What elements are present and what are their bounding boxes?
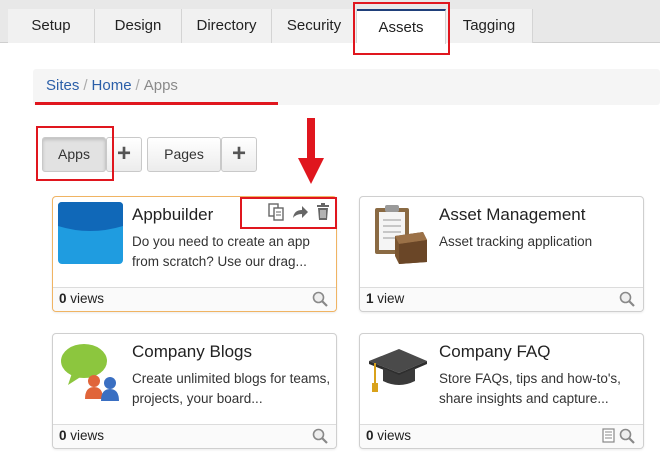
views-count: 0 xyxy=(59,291,67,306)
plus-icon: + xyxy=(231,140,246,167)
card-description: Do you need to create an app from scratc… xyxy=(132,234,310,269)
appbuilder-logo-icon xyxy=(58,202,123,264)
breadcrumb: Sites / Home / Apps xyxy=(33,69,660,105)
views-word: views xyxy=(377,428,412,443)
card-description: Store FAQs, tips and how-to's, share ins… xyxy=(439,371,621,406)
app-card-company-faq[interactable]: Company FAQ Store FAQs, tips and how-to'… xyxy=(359,333,644,449)
app-card-asset-management[interactable]: Asset Management Asset tracking applicat… xyxy=(359,196,644,312)
card-title[interactable]: Asset Management xyxy=(439,205,585,225)
card-footer: 0 views xyxy=(53,287,336,311)
document-icon[interactable] xyxy=(602,428,615,443)
tab-label: Design xyxy=(114,17,162,34)
search-icon[interactable] xyxy=(619,428,635,444)
card-footer: 0 views xyxy=(53,424,336,448)
arrow-down-icon xyxy=(298,118,324,184)
add-page-button[interactable]: + xyxy=(221,137,257,172)
search-icon[interactable] xyxy=(312,291,328,307)
tab-label: Tagging xyxy=(462,17,516,34)
breadcrumb-separator: / xyxy=(135,77,140,94)
tab-tagging[interactable]: Tagging xyxy=(446,9,533,43)
tab-design[interactable]: Design xyxy=(95,9,182,43)
highlight-card-actions xyxy=(240,197,337,229)
highlight-apps-button xyxy=(36,126,114,181)
card-footer: 1 view xyxy=(360,287,643,311)
breadcrumb-current: Apps xyxy=(143,77,178,94)
plus-icon: + xyxy=(116,140,131,167)
card-description: Create unlimited blogs for teams, projec… xyxy=(132,371,331,406)
breadcrumb-home[interactable]: Home xyxy=(92,77,132,94)
pages-button-label: Pages xyxy=(164,146,204,162)
card-title[interactable]: Company Blogs xyxy=(132,342,252,362)
views-word: views xyxy=(70,428,105,443)
breadcrumb-sites[interactable]: Sites xyxy=(46,77,79,94)
graduation-cap-icon xyxy=(369,349,427,392)
tab-directory[interactable]: Directory xyxy=(182,9,272,43)
chat-people-icon xyxy=(61,344,119,401)
search-icon[interactable] xyxy=(312,428,328,444)
tab-bar: Setup Design Directory Security Assets T… xyxy=(0,0,660,44)
tab-label: Setup xyxy=(31,17,71,34)
clipboard-box-icon xyxy=(375,205,427,264)
views-word: view xyxy=(377,291,405,306)
highlight-breadcrumb-underline xyxy=(35,102,278,105)
search-icon[interactable] xyxy=(619,291,635,307)
tab-label: Directory xyxy=(196,17,257,34)
tab-setup[interactable]: Setup xyxy=(8,9,95,43)
tab-label: Security xyxy=(286,17,342,34)
tab-security[interactable]: Security xyxy=(272,9,357,43)
card-description: Asset tracking application xyxy=(439,234,593,249)
app-card-company-blogs[interactable]: Company Blogs Create unlimited blogs for… xyxy=(52,333,337,449)
card-footer: 0 views xyxy=(360,424,643,448)
card-title[interactable]: Company FAQ xyxy=(439,342,551,362)
breadcrumb-separator: / xyxy=(83,77,88,94)
views-count: 0 xyxy=(59,428,67,443)
views-word: views xyxy=(70,291,105,306)
views-count: 0 xyxy=(366,428,374,443)
card-title[interactable]: Appbuilder xyxy=(132,205,213,225)
views-count: 1 xyxy=(366,291,374,306)
pages-button[interactable]: Pages xyxy=(147,137,221,172)
highlight-assets-tab xyxy=(353,2,450,55)
